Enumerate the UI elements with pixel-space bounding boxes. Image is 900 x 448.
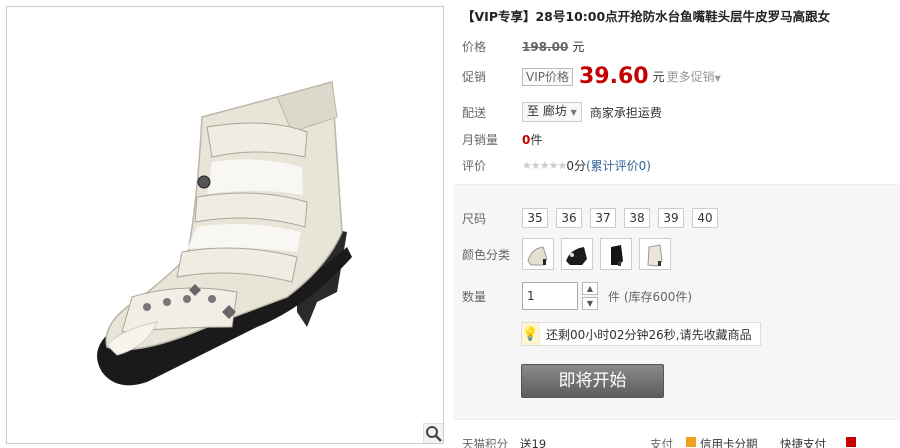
qty-increase-button[interactable]: ▲ <box>582 282 598 295</box>
qty-unit: 件 (库存600件) <box>608 288 692 305</box>
color-label: 颜色分类 <box>462 247 511 262</box>
buy-button[interactable]: 即将开始 <box>521 364 664 398</box>
qty-label: 数量 <box>462 289 487 304</box>
shipping-note: 商家承担运费 <box>589 105 662 120</box>
chevron-down-icon: ▼ <box>714 74 721 83</box>
lightbulb-icon: 💡 <box>522 323 540 345</box>
vip-price-tag: VIP价格 <box>522 67 573 86</box>
product-title: 【VIP专享】28号10:00点开抢防水台鱼嘴鞋头层牛皮罗马高跟女 <box>462 9 831 24</box>
qty-decrease-button[interactable]: ▼ <box>582 297 598 310</box>
qty-unit-text: 件 <box>608 289 621 304</box>
price-row: 价格 198.00 元 <box>462 38 584 55</box>
credit-card-icon <box>686 437 696 447</box>
promo-unit: 元 <box>652 70 665 84</box>
more-promos-label: 更多促销 <box>666 70 715 84</box>
points-label: 天猫积分 <box>462 437 508 448</box>
color-swatch-black-boot[interactable] <box>600 238 632 270</box>
quantity-row: 数量 1 ▲ ▼ 件 (库存600件) <box>462 282 692 310</box>
credit-installment[interactable]: 信用卡分期 <box>700 436 758 448</box>
promo-row: 促销 VIP价格 39.60 元 更多促销▼ <box>462 64 721 89</box>
size-option[interactable]: 37 <box>590 208 616 228</box>
sales-unit: 件 <box>530 133 543 147</box>
size-label: 尺码 <box>462 211 487 226</box>
color-swatch-beige-heel[interactable] <box>639 238 671 270</box>
size-row: 尺码 35 36 37 38 39 40 <box>462 208 726 228</box>
chevron-down-icon: ▼ <box>570 108 577 117</box>
location-value: 至 廊坊 <box>527 104 567 118</box>
price-unit: 元 <box>572 40 585 54</box>
delivery-row: 配送 至 廊坊 ▼ 商家承担运费 <box>462 102 662 122</box>
size-option[interactable]: 36 <box>556 208 582 228</box>
sales-label: 月销量 <box>462 133 499 147</box>
color-row: 颜色分类 <box>462 238 678 270</box>
reviews-link[interactable]: (累计评价0) <box>586 157 651 174</box>
stock-text: (库存600件) <box>623 289 693 304</box>
sales-count: 0 <box>522 132 531 147</box>
quantity-input[interactable]: 1 <box>522 282 578 310</box>
size-option[interactable]: 38 <box>624 208 650 228</box>
zoom-icon[interactable] <box>423 423 443 443</box>
points-value: 送19 <box>520 437 547 448</box>
pay-label: 支付 <box>650 437 673 448</box>
star-rating-icon: ★★★★★ <box>522 159 567 172</box>
bottom-info-row: 天猫积分 送19 支付 信用卡分期 快捷支付 <box>454 436 900 448</box>
more-promos-link[interactable]: 更多促销▼ <box>667 68 721 85</box>
countdown-banner: 💡 还剩00小时02分钟26秒,请先收藏商品 <box>521 322 761 346</box>
location-select[interactable]: 至 廊坊 ▼ <box>522 102 582 122</box>
rating-label: 评价 <box>462 159 487 173</box>
size-option[interactable]: 39 <box>658 208 684 228</box>
delivery-label: 配送 <box>462 105 487 120</box>
promo-label: 促销 <box>462 70 487 84</box>
size-option[interactable]: 40 <box>692 208 718 228</box>
size-option[interactable]: 35 <box>522 208 548 228</box>
sales-row: 月销量 0 件 <box>462 131 542 148</box>
product-image[interactable] <box>6 6 444 444</box>
rating-row: 评价 ★★★★★ 0分 (累计评价0) <box>462 157 651 174</box>
quantity-stepper: ▲ ▼ <box>582 282 598 310</box>
express-pay[interactable]: 快捷支付 <box>780 436 826 448</box>
original-price: 198.00 <box>522 39 569 54</box>
promo-price: 39.60 <box>579 64 649 89</box>
rating-score: 0分 <box>566 159 586 173</box>
countdown-text: 还剩00小时02分钟26秒,请先收藏商品 <box>546 327 752 342</box>
pay-icon <box>846 437 856 447</box>
shoe-illustration <box>97 81 352 386</box>
color-swatch-black-sandal[interactable] <box>561 238 593 270</box>
color-swatch-beige-sandal[interactable] <box>522 238 554 270</box>
price-label: 价格 <box>462 40 487 54</box>
